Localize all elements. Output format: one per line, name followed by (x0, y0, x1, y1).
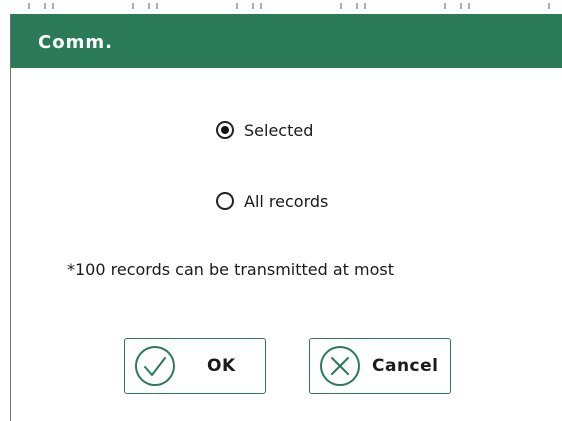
radio-label-all-records: All records (244, 191, 329, 211)
radio-option-all-records[interactable]: All records (216, 189, 328, 213)
radio-option-selected[interactable]: Selected (216, 118, 313, 142)
background-text-fragments (0, 3, 562, 9)
check-circle-icon (135, 346, 175, 386)
radio-button-selected[interactable] (216, 121, 234, 139)
dialog-title-bar: Comm. (11, 14, 562, 68)
dialog-title: Comm. (38, 32, 113, 53)
x-circle-icon (320, 346, 360, 386)
background-window-strip (0, 0, 562, 14)
cancel-button-label: Cancel (372, 356, 439, 376)
radio-label-selected: Selected (244, 120, 314, 140)
ok-button[interactable]: OK (124, 338, 266, 394)
radio-button-all-records[interactable] (216, 192, 234, 210)
comm-dialog: Comm. Selected All records *100 records … (10, 14, 562, 421)
cancel-button[interactable]: Cancel (309, 338, 451, 394)
transmit-limit-note: *100 records can be transmitted at most (67, 260, 395, 279)
ok-button-label: OK (207, 356, 236, 376)
